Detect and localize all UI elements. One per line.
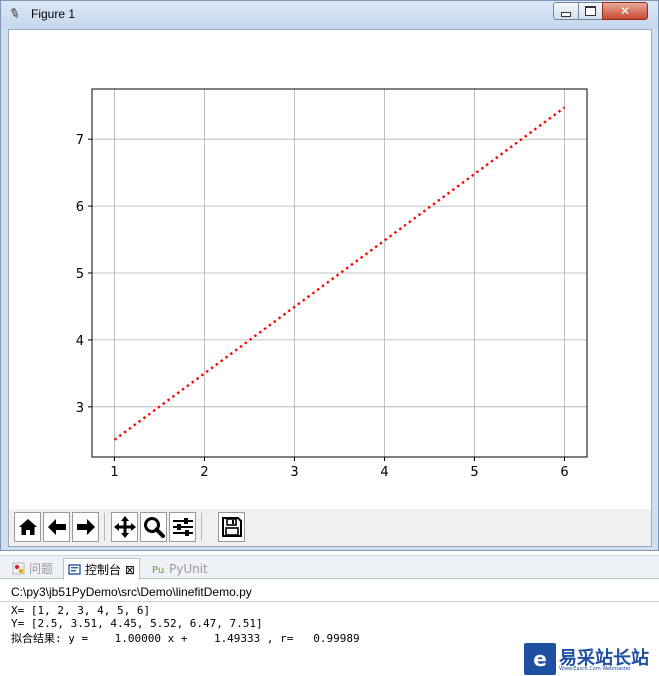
configure-subplots-icon	[172, 518, 193, 536]
tab-label: 控制台 ⊠	[85, 563, 135, 577]
minimize-button[interactable]	[553, 2, 579, 20]
y-tick-label: 7	[76, 133, 84, 148]
problems-icon	[12, 562, 25, 575]
y-tick-label: 4	[76, 334, 84, 349]
home-icon	[18, 519, 37, 535]
configure-subplots-button[interactable]	[169, 512, 196, 542]
pan-button[interactable]	[111, 512, 138, 542]
x-tick-label: 3	[290, 465, 298, 480]
y-tick-label: 5	[76, 267, 84, 282]
x-tick-label: 4	[380, 465, 388, 480]
zoom-icon	[143, 517, 165, 538]
plot-area[interactable]: 1 2 3 4 5 6 3 4 5 6 7	[9, 30, 651, 509]
forward-icon	[76, 519, 95, 535]
toolbar-separator	[104, 513, 105, 541]
svg-text:Pu: Pu	[152, 565, 164, 575]
back-icon	[47, 519, 66, 535]
divider	[0, 601, 659, 602]
minimize-icon	[561, 11, 571, 17]
maximize-button[interactable]	[578, 2, 603, 20]
console-output-line: 拟合结果: y = 1.00000 x + 1.49333 , r= 0.999…	[11, 632, 360, 645]
console-output-line: Y= [2.5, 3.51, 4.45, 5.52, 6.47, 7.51]	[11, 617, 263, 630]
view-tab-strip: 问题 控制台 ⊠ Pu PyUnit	[0, 555, 659, 580]
forward-button[interactable]	[72, 512, 99, 542]
navigation-toolbar	[9, 509, 651, 546]
y-tick-label: 6	[76, 200, 84, 215]
console-run-path: C:\py3\jb51PyDemo\src\Demo\linefitDemo.p…	[11, 585, 252, 599]
console-icon	[68, 564, 81, 575]
figure-window: ✎ Figure 1 ✕ 1 2 3 4 5 6 3 4 5 6 7	[0, 0, 659, 551]
tab-label: PyUnit	[169, 561, 208, 576]
home-button[interactable]	[14, 512, 41, 542]
figure-canvas: 1 2 3 4 5 6 3 4 5 6 7	[8, 29, 652, 547]
close-icon: ✕	[619, 4, 631, 18]
tab-pyunit[interactable]: Pu PyUnit	[152, 558, 208, 579]
feather-icon: ✎	[6, 5, 23, 24]
window-title: Figure 1	[31, 7, 76, 21]
toolbar-separator	[201, 513, 202, 541]
back-button[interactable]	[43, 512, 70, 542]
tab-problems[interactable]: 问题	[12, 558, 53, 579]
pyunit-icon: Pu	[152, 565, 164, 575]
console-output-line: X= [1, 2, 3, 4, 5, 6]	[11, 604, 151, 617]
series-line	[113, 106, 566, 441]
watermark: e 易采站长站 Www.Easck.Com Webmaster	[524, 643, 659, 676]
tab-label: 问题	[29, 562, 54, 576]
title-bar[interactable]: ✎ Figure 1 ✕	[1, 1, 658, 29]
watermark-logo-icon: e	[524, 643, 556, 675]
x-tick-label: 1	[110, 465, 118, 480]
x-tick-label: 6	[560, 465, 568, 480]
close-button[interactable]: ✕	[602, 2, 648, 20]
maximize-icon	[585, 6, 596, 16]
save-button[interactable]	[218, 512, 245, 542]
zoom-button[interactable]	[140, 512, 167, 542]
pan-icon	[113, 516, 136, 538]
save-icon	[221, 517, 242, 537]
tab-console[interactable]: 控制台 ⊠	[63, 558, 140, 580]
watermark-subtext: Www.Easck.Com Webmaster	[559, 666, 631, 672]
x-tick-label: 5	[470, 465, 478, 480]
y-tick-label: 3	[76, 401, 84, 416]
x-tick-label: 2	[200, 465, 208, 480]
